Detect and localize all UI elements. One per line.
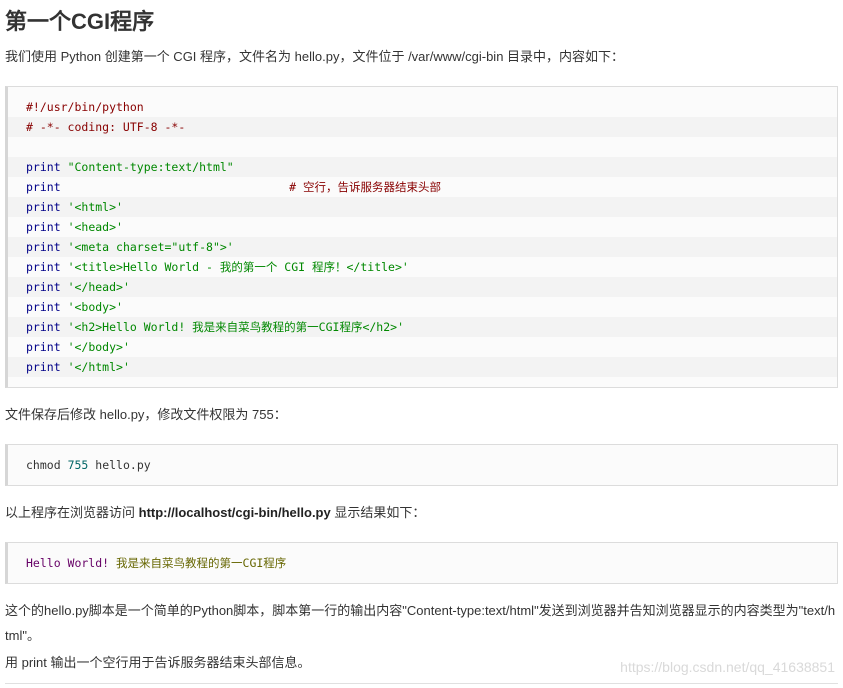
- code-number: 755: [67, 458, 89, 472]
- divider: [5, 683, 838, 684]
- code-string: "Content-type:text/html": [67, 160, 234, 174]
- code-keyword: print: [26, 240, 61, 254]
- code-block-output: Hello World! 我是来自菜鸟教程的第一CGI程序: [5, 542, 838, 584]
- print-explanation-paragraph: 用 print 输出一个空行用于告诉服务器结束头部信息。: [5, 655, 311, 670]
- code-keyword: print: [26, 280, 61, 294]
- code-block-hello-py: #!/usr/bin/python # -*- coding: UTF-8 -*…: [5, 86, 838, 388]
- code-string: '<html>': [67, 200, 123, 214]
- code-string: '<meta charset="utf-8">': [67, 240, 234, 254]
- code-line: print '<body>': [8, 297, 837, 317]
- code-string: '</html>': [67, 360, 130, 374]
- code-keyword: print: [26, 160, 61, 174]
- code-line: #!/usr/bin/python: [8, 97, 837, 117]
- page-title: 第一个CGI程序: [5, 9, 155, 34]
- code-string: '<title>Hello World - 我的第一个 CGI 程序！</tit…: [67, 260, 409, 274]
- code-string: '<head>': [67, 220, 123, 234]
- localhost-url: http://localhost/cgi-bin/hello.py: [138, 505, 331, 520]
- code-keyword: print: [26, 180, 61, 194]
- output-hello: Hello World!: [26, 556, 110, 570]
- code-keyword: print: [26, 320, 61, 334]
- code-string: '<body>': [67, 300, 123, 314]
- code-line: print '</body>': [8, 337, 837, 357]
- code-keyword: print: [26, 260, 61, 274]
- code-line: chmod 755 hello.py: [8, 455, 837, 475]
- intro-paragraph: 我们使用 Python 创建第一个 CGI 程序，文件名为 hello.py，文…: [5, 49, 625, 64]
- code-line: print "Content-type:text/html": [8, 157, 837, 177]
- code-string: '</head>': [67, 280, 130, 294]
- code-line: print '<title>Hello World - 我的第一个 CGI 程序…: [8, 257, 837, 277]
- watermark-text: https://blog.csdn.net/qq_41638851: [620, 659, 835, 675]
- chmod-paragraph: 文件保存后修改 hello.py，修改文件权限为 755：: [5, 407, 287, 422]
- code-block-chmod: chmod 755 hello.py: [5, 444, 838, 486]
- explanation-paragraph: 这个的hello.py脚本是一个简单的Python脚本，脚本第一行的输出内容"C…: [5, 603, 836, 643]
- code-line: print '<head>': [8, 217, 837, 237]
- code-comment: # -*- coding: UTF-8 -*-: [26, 120, 186, 134]
- code-line: print '<meta charset="utf-8">': [8, 237, 837, 257]
- code-line: print '<html>': [8, 197, 837, 217]
- code-line: print # 空行，告诉服务器结束头部: [8, 177, 837, 197]
- code-keyword: print: [26, 200, 61, 214]
- code-keyword: print: [26, 300, 61, 314]
- code-string: '</body>': [67, 340, 130, 354]
- result-paragraph: 以上程序在浏览器访问 http://localhost/cgi-bin/hell…: [5, 504, 425, 522]
- result-text-before: 以上程序在浏览器访问: [5, 505, 139, 520]
- code-line: print '<h2>Hello World! 我是来自菜鸟教程的第一CGI程序…: [8, 317, 837, 337]
- code-line: print '</head>': [8, 277, 837, 297]
- code-string: '<h2>Hello World! 我是来自菜鸟教程的第一CGI程序</h2>': [67, 320, 404, 334]
- code-keyword: print: [26, 360, 61, 374]
- code-line: print '</html>': [8, 357, 837, 377]
- code-filename: hello.py: [95, 458, 151, 472]
- code-keyword: print: [26, 220, 61, 234]
- code-comment: # 空行，告诉服务器结束头部: [289, 180, 441, 194]
- code-line: Hello World! 我是来自菜鸟教程的第一CGI程序: [8, 553, 837, 573]
- code-keyword: print: [26, 340, 61, 354]
- code-comment: #!/usr/bin/python: [26, 100, 144, 114]
- output-message: 我是来自菜鸟教程的第一CGI程序: [109, 556, 287, 570]
- code-command: chmod: [26, 458, 61, 472]
- code-line: # -*- coding: UTF-8 -*-: [8, 117, 837, 137]
- result-text-after: 显示结果如下：: [330, 505, 426, 520]
